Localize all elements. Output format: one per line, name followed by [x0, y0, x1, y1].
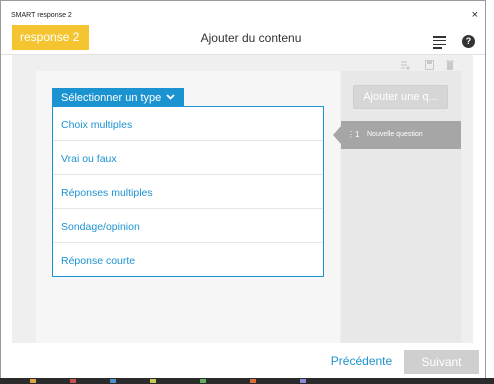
delete-icon[interactable] — [445, 60, 455, 70]
selection-arrow — [333, 126, 341, 144]
taskbar-app-icon[interactable] — [300, 379, 306, 383]
type-multiple-answers[interactable]: Réponses multiples — [53, 175, 323, 209]
add-question-button[interactable]: Ajouter une q... — [353, 85, 448, 109]
question-label: Nouvelle question — [367, 131, 423, 138]
wizard-footer: Précédente Suivant — [1, 344, 485, 379]
window-title: SMART response 2 — [11, 12, 72, 19]
question-list-panel: Ajouter une q... ⋮ 1 Nouvelle question — [333, 71, 461, 343]
select-type-label: Sélectionner un type — [61, 92, 162, 104]
type-poll-opinion[interactable]: Sondage/opinion — [53, 209, 323, 243]
drag-handle-icon[interactable]: ⋮ — [347, 121, 355, 149]
question-type-menu: Choix multiples Vrai ou faux Réponses mu… — [52, 106, 324, 277]
taskbar-app-icon[interactable] — [150, 379, 156, 383]
type-true-false[interactable]: Vrai ou faux — [53, 141, 323, 175]
select-type-dropdown[interactable]: Sélectionner un type — [52, 88, 184, 108]
previous-button[interactable]: Précédente — [324, 354, 399, 368]
next-button[interactable]: Suivant — [404, 350, 479, 374]
taskbar-app-icon[interactable] — [30, 379, 36, 383]
question-number: 1 — [355, 130, 360, 139]
close-button[interactable]: × — [472, 10, 478, 21]
page-title: Ajouter du contenu — [200, 31, 302, 45]
app-window: SMART response 2 × response 2 Ajouter du… — [0, 0, 486, 379]
taskbar-app-icon[interactable] — [200, 379, 206, 383]
taskbar-app-icon[interactable] — [70, 379, 76, 383]
help-button[interactable]: ? — [462, 35, 475, 48]
chevron-down-icon — [166, 94, 175, 100]
taskbar-app-icon[interactable] — [110, 379, 116, 383]
title-bar: SMART response 2 × — [1, 1, 485, 25]
type-short-answer[interactable]: Réponse courte — [53, 243, 323, 277]
question-list-item[interactable]: ⋮ 1 Nouvelle question — [333, 121, 461, 149]
type-multiple-choice[interactable]: Choix multiples — [53, 107, 323, 141]
menu-lines-icon[interactable] — [433, 36, 446, 49]
add-list-icon[interactable] — [401, 60, 411, 70]
taskbar-app-icon[interactable] — [250, 379, 256, 383]
app-header: response 2 Ajouter du contenu ? — [1, 25, 485, 55]
save-icon[interactable] — [424, 60, 434, 70]
taskbar — [0, 378, 494, 384]
brand-tab: response 2 — [12, 25, 89, 50]
